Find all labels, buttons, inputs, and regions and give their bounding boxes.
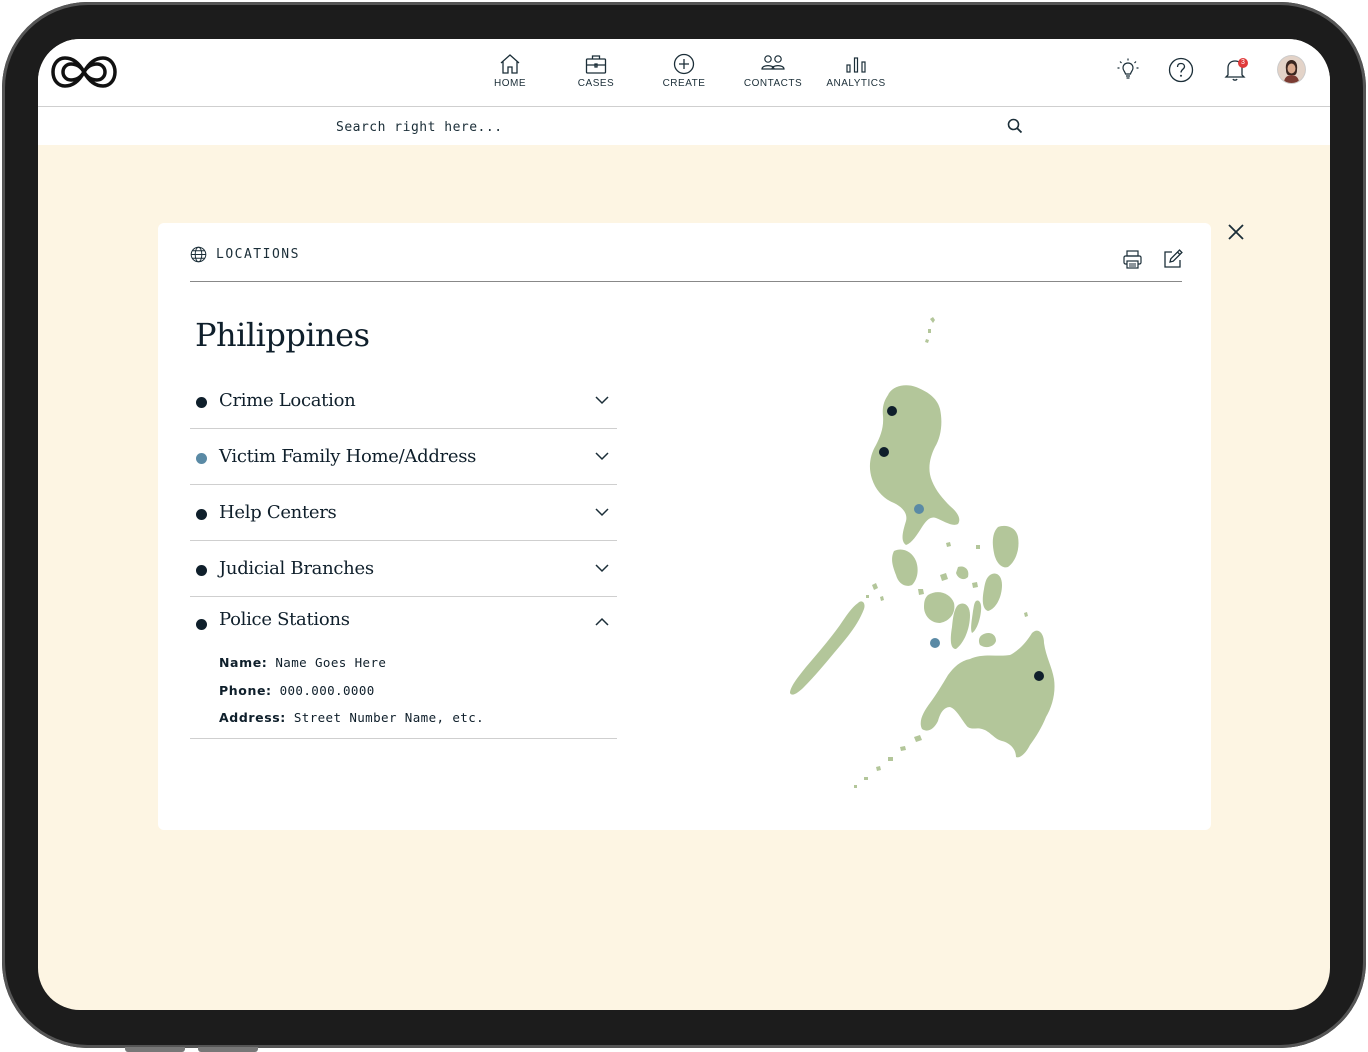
category-crime-location[interactable]: Crime Location <box>190 373 617 429</box>
chevron-down-icon <box>595 564 609 573</box>
location-categories: Crime Location Victim Family Home/Addres… <box>190 373 617 739</box>
chevron-down-icon <box>595 508 609 517</box>
question-icon <box>1168 57 1194 83</box>
nav-analytics[interactable]: ANALYTICS <box>816 53 896 89</box>
category-judicial-branches[interactable]: Judicial Branches <box>190 541 617 597</box>
map-marker[interactable] <box>887 406 897 416</box>
search-bar <box>38 107 1330 145</box>
category-label: Police Stations <box>219 609 350 630</box>
search-input[interactable] <box>334 115 998 139</box>
nav-label: CASES <box>577 78 615 89</box>
map-marker[interactable] <box>930 638 940 648</box>
ideas-button[interactable] <box>1116 57 1140 88</box>
nav-label: CONTACTS <box>743 78 803 89</box>
nav-label: HOME <box>494 78 526 89</box>
lightbulb-icon <box>1117 58 1139 79</box>
nav-label: ANALYTICS <box>826 78 886 89</box>
nav-label: CREATE <box>662 78 706 89</box>
category-label: Help Centers <box>219 502 337 523</box>
avatar-image <box>1278 56 1305 83</box>
top-navigation-bar: HOME CASES CREATE CONTACTS ANALYTICS 3 <box>38 39 1330 107</box>
category-help-centers[interactable]: Help Centers <box>190 485 617 541</box>
detail-name: Name: Name Goes Here <box>219 655 387 670</box>
legend-dot-dark <box>196 397 207 408</box>
map-marker[interactable] <box>1034 671 1044 681</box>
map-land <box>790 317 1055 788</box>
detail-address: Address: Street Number Name, etc. <box>219 710 485 725</box>
map-marker[interactable] <box>879 447 889 457</box>
chevron-up-icon <box>595 617 609 626</box>
locations-panel: LOCATIONS Philippines Crime Location Vic… <box>158 223 1211 830</box>
panel-header: LOCATIONS <box>190 241 1184 282</box>
home-icon <box>500 54 520 74</box>
infinity-logo-icon[interactable] <box>51 54 117 90</box>
map-marker[interactable] <box>914 504 924 514</box>
legend-dot-dark <box>196 565 207 576</box>
notifications-button[interactable]: 3 <box>1223 56 1248 87</box>
nav-cases[interactable]: CASES <box>556 53 636 89</box>
contacts-icon <box>761 55 785 70</box>
philippines-map[interactable] <box>780 313 1070 803</box>
globe-icon <box>190 246 207 263</box>
device-button <box>198 1047 258 1052</box>
category-victim-family-home[interactable]: Victim Family Home/Address <box>190 429 617 485</box>
legend-dot-blue <box>196 453 207 464</box>
notification-badge: 3 <box>1238 58 1248 68</box>
category-label: Victim Family Home/Address <box>219 446 477 467</box>
country-title: Philippines <box>195 316 370 354</box>
user-avatar[interactable] <box>1278 56 1305 83</box>
briefcase-icon <box>585 55 607 74</box>
help-button[interactable] <box>1168 57 1194 88</box>
chevron-down-icon <box>595 452 609 461</box>
print-icon[interactable] <box>1122 249 1143 270</box>
legend-dot-dark <box>196 509 207 520</box>
detail-phone: Phone: 000.000.0000 <box>219 682 375 698</box>
device-button <box>125 1047 185 1052</box>
plus-circle-icon <box>673 53 695 75</box>
search-icon[interactable] <box>1006 117 1024 135</box>
category-police-stations[interactable]: Police Stations Name: Name Goes Here Pho… <box>190 597 617 739</box>
nav-create[interactable]: CREATE <box>644 53 724 89</box>
app-screen: HOME CASES CREATE CONTACTS ANALYTICS 3 S… <box>38 39 1330 1010</box>
category-label: Crime Location <box>219 390 356 411</box>
close-icon[interactable] <box>1226 222 1246 242</box>
legend-dot-dark <box>196 619 207 630</box>
chevron-down-icon <box>595 396 609 405</box>
panel-title: LOCATIONS <box>216 247 300 262</box>
police-station-details: Name: Name Goes Here Phone: 000.000.0000… <box>219 655 484 738</box>
edit-icon[interactable] <box>1162 248 1184 270</box>
bar-chart-icon <box>846 57 866 73</box>
category-label: Judicial Branches <box>219 558 374 579</box>
nav-contacts[interactable]: CONTACTS <box>733 53 813 89</box>
nav-home[interactable]: HOME <box>470 53 550 89</box>
